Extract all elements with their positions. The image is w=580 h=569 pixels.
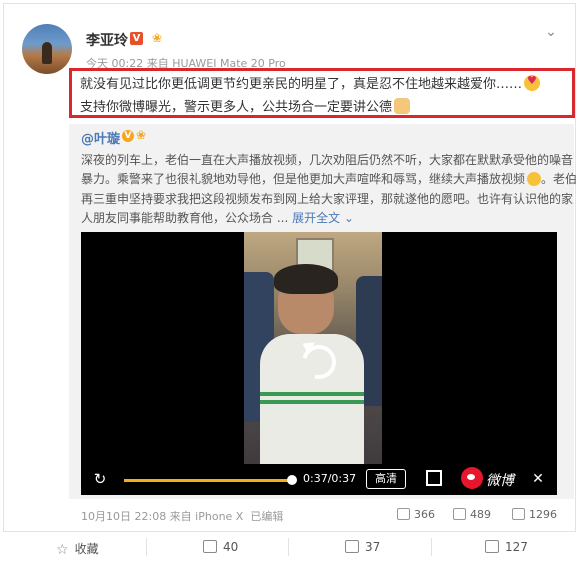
comment-button[interactable]: 37 — [345, 540, 380, 554]
favorite-label: 收藏 — [74, 542, 99, 556]
like-button[interactable]: 127 — [485, 540, 528, 554]
thumbs-up-emoji-icon — [394, 98, 411, 114]
username[interactable]: 李亚玲 — [86, 30, 128, 50]
repost-text-3: 再三重申坚持要求我把这段视频发布到网上给大家评理，那就遂他的愿吧。也许有认识他的… — [81, 192, 574, 206]
repost-text-2: 暴力。乘警来了也很礼貌地劝导他，但是他更加大声喧哗和辱骂，继续大声播放视频 — [81, 172, 526, 186]
share-icon — [203, 540, 217, 553]
repost-text-1: 深夜的列车上，老伯一直在大声播放视频，几次劝阻后仍然不听，大家都在默默承受他的噪… — [81, 153, 574, 167]
repost-comment-value: 489 — [470, 508, 491, 521]
divider — [146, 538, 147, 556]
repost-verified-badge: V — [122, 130, 134, 142]
fan-badge-icon: ❀ — [151, 31, 163, 45]
replay-small-icon[interactable]: ↻ — [91, 470, 109, 488]
hd-quality-button[interactable]: 高清 — [366, 469, 406, 489]
repost-date-text: 10月10日 22:08 来自 iPhone X — [81, 510, 244, 523]
avatar[interactable] — [22, 24, 72, 74]
expand-chevron-icon[interactable]: ⌄ — [340, 211, 354, 225]
sweat-emoji-icon — [527, 172, 542, 186]
mute-icon[interactable]: ✕ — [529, 470, 547, 488]
post-text-line-2: 支持你微博曝光，警示更多人，公共场合一定要讲公德 — [80, 96, 411, 115]
comment-count: 37 — [365, 540, 381, 554]
divider — [431, 538, 432, 556]
like-icon — [485, 540, 499, 553]
fullscreen-icon[interactable] — [426, 470, 442, 486]
video-controls: ↻ 0:37/0:37 高清 微博 ✕ — [81, 464, 557, 495]
progress-knob[interactable] — [287, 475, 297, 485]
verified-badge: V — [130, 32, 143, 45]
repost-text-4: 人朋友同事能帮助教育他，公众场合 ... — [81, 211, 289, 225]
shirt-stripe — [260, 392, 364, 396]
favorite-button[interactable]: ☆ 收藏 — [56, 540, 99, 558]
shirt-stripe — [260, 400, 364, 404]
repost-share-count[interactable]: 366 — [397, 508, 435, 521]
expand-full-text-link[interactable]: 展开全文 — [292, 211, 340, 225]
repost-text-line-4: 人朋友同事能帮助教育他，公众场合 ... 展开全文 ⌄ — [81, 209, 354, 226]
repost-author[interactable]: @叶璇 — [81, 128, 120, 147]
passenger-hair — [274, 264, 338, 294]
post-text-line-1: 就没有见过比你更低调更节约更亲民的明星了，真是忍不住地越来越爱你…… — [80, 73, 541, 92]
repost-fan-badge-icon: ❀ — [136, 128, 147, 142]
like-icon — [512, 508, 525, 520]
divider — [288, 538, 289, 556]
repost-date: 10月10日 22:08 来自 iPhone X 已编辑 — [81, 508, 283, 524]
post-text-1: 就没有见过比你更低调更节约更亲民的明星了，真是忍不住地越来越爱你…… — [80, 77, 523, 92]
repost-count: 40 — [223, 540, 239, 554]
weibo-brand-text: 微博 — [486, 473, 514, 489]
repost-like-count[interactable]: 1296 — [512, 508, 557, 521]
avatar-figure — [42, 42, 52, 64]
weibo-logo-icon — [461, 467, 483, 489]
video-time: 0:37/0:37 — [303, 472, 357, 485]
comment-icon — [345, 540, 359, 553]
star-icon: ☆ — [56, 542, 69, 558]
repost-text-line-2: 暴力。乘警来了也很礼貌地劝导他，但是他更加大声喧哗和辱骂，继续大声播放视频 。老伯 — [81, 170, 577, 187]
repost-button[interactable]: 40 — [203, 540, 238, 554]
repost-like-value: 1296 — [529, 508, 557, 521]
repost-share-value: 366 — [414, 508, 435, 521]
post-text-2: 支持你微博曝光，警示更多人，公共场合一定要讲公德 — [80, 100, 393, 115]
comment-icon — [453, 508, 466, 520]
edited-label[interactable]: 已编辑 — [250, 510, 283, 523]
chevron-down-icon[interactable]: ⌄ — [541, 24, 561, 40]
heart-emoji-icon — [524, 74, 541, 91]
progress-bar[interactable] — [124, 479, 292, 482]
share-icon — [397, 508, 410, 520]
repost-text-2-end: 。老伯 — [541, 172, 578, 186]
like-count: 127 — [505, 540, 528, 554]
video-player[interactable]: ↻ 0:37/0:37 高清 微博 ✕ — [81, 232, 557, 495]
repost-comment-count[interactable]: 489 — [453, 508, 491, 521]
